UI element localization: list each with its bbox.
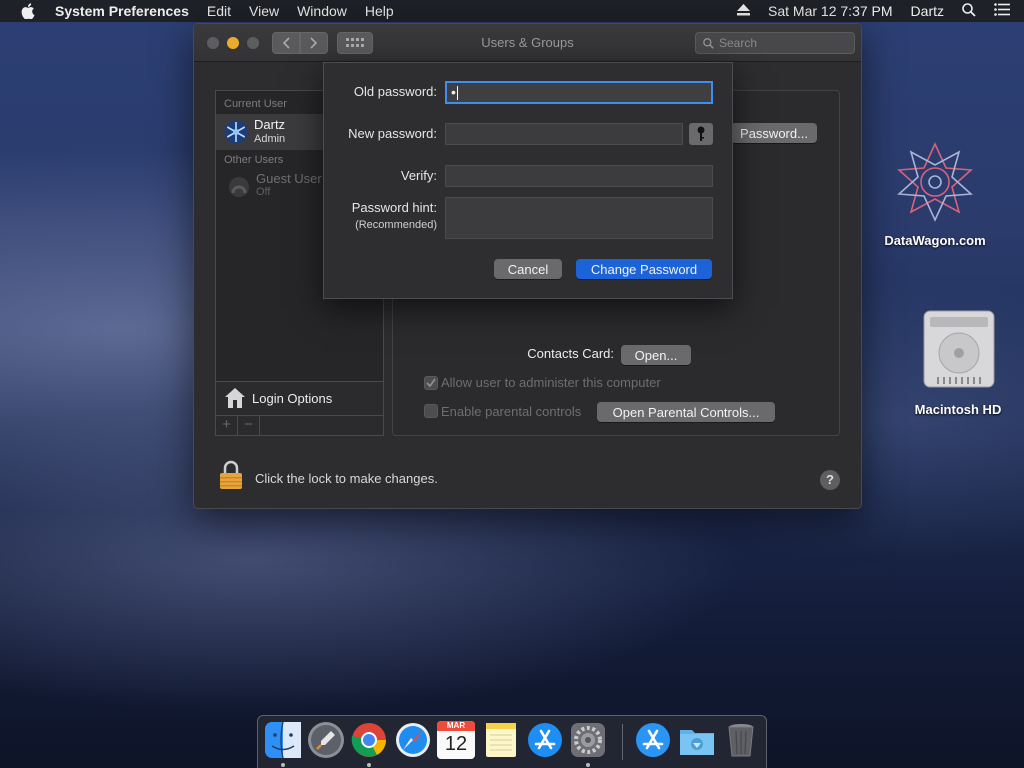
current-user-name: Dartz bbox=[254, 117, 286, 132]
datawagon-logo-icon bbox=[897, 142, 973, 222]
menu-bar: System Preferences Edit View Window Help… bbox=[0, 0, 1024, 22]
menu-help[interactable]: Help bbox=[356, 3, 403, 19]
login-options-item[interactable]: Login Options bbox=[216, 381, 383, 415]
text-cursor bbox=[456, 86, 458, 101]
old-password-label: Old password: bbox=[353, 84, 437, 99]
old-password-field[interactable]: • bbox=[445, 81, 713, 104]
running-indicator bbox=[281, 763, 285, 767]
parental-controls-checkbox[interactable] bbox=[424, 404, 438, 418]
menu-edit[interactable]: Edit bbox=[198, 3, 240, 19]
change-password-sheet: Old password: • New password: Verify: Pa… bbox=[323, 62, 733, 299]
other-users-header: Other Users bbox=[224, 154, 284, 166]
trash-icon[interactable] bbox=[722, 721, 760, 759]
search-placeholder: Search bbox=[719, 36, 758, 50]
app-store-icon[interactable] bbox=[634, 721, 672, 759]
finder-icon[interactable] bbox=[264, 721, 302, 759]
running-indicator bbox=[367, 763, 371, 767]
menu-window[interactable]: Window bbox=[288, 3, 356, 19]
old-password-value: • bbox=[451, 84, 456, 100]
dock-separator bbox=[622, 724, 623, 760]
sidebar-bottom-bar: + − bbox=[216, 415, 383, 435]
desktop-icon-macintosh-hd[interactable]: Macintosh HD bbox=[905, 305, 1015, 420]
login-options-label: Login Options bbox=[252, 391, 333, 406]
allow-admin-label: Allow user to administer this computer bbox=[441, 375, 661, 390]
launchpad-icon[interactable] bbox=[307, 721, 345, 759]
menu-app-name[interactable]: System Preferences bbox=[46, 3, 198, 19]
add-user-button[interactable]: + bbox=[216, 416, 238, 435]
sidebar-item-current-user[interactable]: Dartz Admin bbox=[216, 114, 326, 150]
hard-drive-icon bbox=[923, 310, 995, 388]
menu-clock[interactable]: Sat Mar 12 7:37 PM bbox=[759, 3, 902, 19]
spotlight-search-icon[interactable] bbox=[953, 2, 985, 20]
contacts-card-label: Contacts Card: bbox=[527, 346, 614, 361]
contacts-card-open-button[interactable]: Open... bbox=[621, 345, 691, 365]
downloads-folder-icon[interactable] bbox=[678, 721, 716, 759]
safari-icon[interactable] bbox=[394, 721, 432, 759]
change-password-button[interactable]: Password... bbox=[731, 123, 817, 143]
desktop-icon-label: Macintosh HD bbox=[914, 402, 1002, 417]
guest-user-icon bbox=[229, 177, 249, 197]
password-assistant-button[interactable] bbox=[689, 123, 713, 145]
parental-controls-label: Enable parental controls bbox=[441, 404, 582, 419]
new-password-label: New password: bbox=[348, 126, 437, 141]
new-password-field[interactable] bbox=[445, 123, 683, 145]
notification-center-icon[interactable] bbox=[985, 3, 1024, 19]
password-hint-field[interactable] bbox=[445, 197, 713, 239]
allow-admin-checkbox[interactable] bbox=[424, 376, 438, 390]
search-field[interactable]: Search bbox=[695, 32, 855, 54]
running-indicator bbox=[586, 763, 590, 767]
change-password-confirm-button[interactable]: Change Password bbox=[576, 259, 712, 279]
sidebar-item-guest-user[interactable]: Guest User Off bbox=[216, 169, 326, 203]
verify-field[interactable] bbox=[445, 165, 713, 187]
current-user-role: Admin bbox=[254, 133, 286, 145]
checkmark-icon bbox=[426, 378, 436, 388]
guest-user-status: Off bbox=[256, 186, 271, 198]
calendar-month: MAR bbox=[437, 721, 475, 731]
calendar-day: 12 bbox=[444, 733, 468, 755]
verify-label: Verify: bbox=[400, 168, 437, 183]
menu-view[interactable]: View bbox=[240, 3, 288, 19]
calendar-icon[interactable]: MAR 12 bbox=[437, 721, 475, 759]
menu-user[interactable]: Dartz bbox=[902, 3, 953, 19]
house-icon bbox=[225, 388, 245, 408]
system-preferences-icon[interactable] bbox=[569, 721, 607, 759]
help-button[interactable]: ? bbox=[820, 470, 840, 490]
current-user-header: Current User bbox=[224, 98, 287, 110]
chrome-icon[interactable] bbox=[350, 721, 388, 759]
app-store-icon[interactable] bbox=[526, 721, 564, 759]
desktop-icon-datawagon[interactable]: DataWagon.com bbox=[880, 140, 990, 250]
apple-menu-icon[interactable] bbox=[20, 3, 36, 19]
search-icon bbox=[703, 37, 714, 49]
remove-user-button[interactable]: − bbox=[238, 416, 260, 435]
password-hint-sublabel: (Recommended) bbox=[355, 219, 437, 231]
lock-message: Click the lock to make changes. bbox=[255, 471, 438, 486]
lock-icon[interactable] bbox=[219, 460, 243, 490]
key-icon bbox=[697, 126, 705, 141]
window-titlebar[interactable]: Users & Groups Search bbox=[194, 24, 861, 62]
eject-icon[interactable] bbox=[728, 3, 759, 19]
desktop-icon-label: DataWagon.com bbox=[884, 233, 986, 248]
cancel-button[interactable]: Cancel bbox=[494, 259, 562, 279]
dock: MAR 12 bbox=[257, 715, 767, 768]
snowflake-avatar-icon bbox=[224, 120, 248, 144]
notes-icon[interactable] bbox=[482, 721, 520, 759]
guest-user-name: Guest User bbox=[256, 171, 322, 186]
open-parental-controls-button[interactable]: Open Parental Controls... bbox=[597, 402, 775, 422]
password-hint-label: Password hint: bbox=[351, 200, 437, 215]
